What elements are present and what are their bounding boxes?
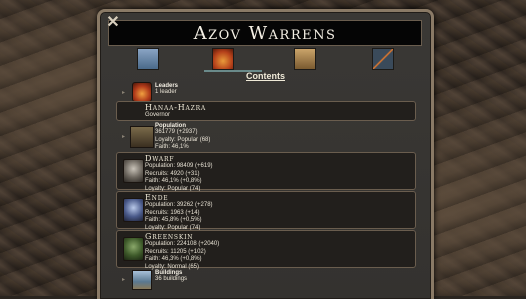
race-recruits: Recruits: 11205 (+102) <box>145 248 206 255</box>
race-population: Population: 98409 (+619) <box>145 163 213 169</box>
leaders-count: 1 leader <box>155 89 177 95</box>
race-name: Greenskin <box>145 232 194 241</box>
governor-name: Hanaa-Hazra <box>145 103 207 112</box>
leaders-crown-icon <box>132 82 152 102</box>
buildings-section-icon <box>132 270 152 290</box>
race-recruits: Recruits: 4920 (+31) <box>145 170 200 177</box>
buildings-icon <box>295 49 315 69</box>
crown-icon <box>213 49 233 69</box>
window-title: Azov Warrens <box>193 22 337 44</box>
race-faith: Faith: 45,8% (+0,5%) <box>145 217 202 224</box>
race-faith: Faith: 46,1% (+0,8%) <box>145 178 202 185</box>
race-population: Population: 224108 (+2040) <box>145 241 220 247</box>
race-row-dwarf[interactable]: Dwarf Population: 98409 (+619) Recruits:… <box>116 152 416 192</box>
race-faith: Faith: 46,3% (+0,8%) <box>145 256 202 263</box>
tab-overview[interactable] <box>212 48 234 70</box>
population-loyalty: Loyalty: Popular (68) <box>155 136 211 143</box>
race-name: Dwarf <box>145 154 175 163</box>
trade-icon <box>373 49 393 69</box>
title-bar: Azov Warrens <box>108 20 422 46</box>
buildings-row[interactable]: ▸ Buildings 36 buildings <box>100 269 431 291</box>
greenskin-portrait <box>123 237 144 261</box>
tab-region[interactable] <box>137 48 159 70</box>
close-icon[interactable]: ✕ <box>106 15 120 31</box>
buildings-count: 36 buildings <box>155 276 188 282</box>
population-total: 361779 (+2937) <box>155 129 198 135</box>
collapse-arrow-icon[interactable]: ▸ <box>122 276 125 283</box>
contents-heading: Contents <box>246 71 285 81</box>
collapse-arrow-icon[interactable]: ▸ <box>122 133 125 140</box>
race-row-ende[interactable]: Ende Population: 39262 (+278) Recruits: … <box>116 191 416 231</box>
tab-trade[interactable] <box>372 48 394 70</box>
race-row-greenskin[interactable]: Greenskin Population: 224108 (+2040) Rec… <box>116 230 416 270</box>
race-recruits: Recruits: 1963 (+14) <box>145 209 200 216</box>
dwarf-portrait <box>123 159 144 183</box>
governor-role: Governor <box>145 112 171 118</box>
region-icon <box>138 49 158 69</box>
population-row[interactable]: ▸ Population 361779 (+2937) Loyalty: Pop… <box>100 123 431 151</box>
population-icon <box>130 126 154 148</box>
collapse-arrow-icon[interactable]: ▸ <box>122 89 125 96</box>
race-population: Population: 39262 (+278) <box>145 202 213 208</box>
governor-row[interactable]: Hanaa-Hazra Governor <box>116 101 416 121</box>
tab-bar <box>108 48 420 72</box>
tab-buildings[interactable] <box>294 48 316 70</box>
ende-portrait <box>123 198 144 222</box>
city-window: Azov Warrens ✕ Contents ▸ Leaders 1 lead… <box>97 9 434 299</box>
population-faith: Faith: 46,1% <box>155 144 189 151</box>
leaders-row[interactable]: ▸ Leaders 1 leader <box>100 82 431 102</box>
race-name: Ende <box>145 193 169 202</box>
